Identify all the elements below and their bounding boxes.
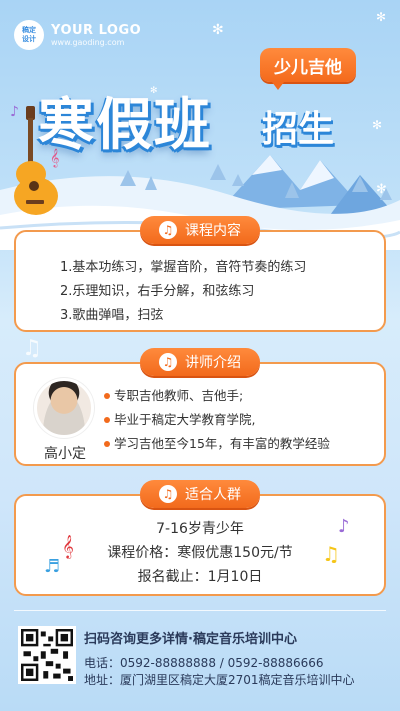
list-item: 2.乐理知识，右手分解，和弦练习 xyxy=(60,284,255,299)
list-item: 毕业于稿定大学教育学院, xyxy=(104,408,330,432)
teacher-bio-list: 专职吉他教师、吉他手; 毕业于稿定大学教育学院, 学习吉他至今15年，有丰富的教… xyxy=(104,384,330,456)
course-list: 1.基本功练习，掌握音阶，音符节奏的练习 2.乐理知识，右手分解，和弦练习 3.… xyxy=(60,256,306,328)
teacher-heading: ♫ 讲师介绍 xyxy=(140,348,260,376)
music-note-icon: ♪ xyxy=(10,104,19,120)
qr-code[interactable] xyxy=(18,626,76,684)
teacher-heading-text: 讲师介绍 xyxy=(185,355,241,371)
music-note-icon: ♫ xyxy=(159,485,177,503)
logo-url: www.gaoding.com xyxy=(51,38,125,47)
music-note-icon: ♫ xyxy=(159,353,177,371)
list-item: 专职吉他教师、吉他手; xyxy=(104,384,330,408)
music-note-icon: ♫ xyxy=(322,542,340,566)
music-note-icon: ♪ xyxy=(338,516,350,537)
logo-name: YOUR LOGO xyxy=(51,23,142,38)
avatar xyxy=(34,378,94,438)
list-item: 学习吉他至今15年，有丰富的教学经验 xyxy=(104,432,330,456)
footer-address: 地址：厦门湖里区稿定大厦2701稿定音乐培训中心 xyxy=(84,673,355,687)
logo-badge-text: 稿定 设计 xyxy=(22,26,36,43)
music-note-icon: ♫ xyxy=(22,336,42,361)
footer-phone: 电话：0592-88888888 / 0592-88886666 xyxy=(84,656,324,670)
footer-divider xyxy=(14,610,386,611)
course-heading: ♫ 课程内容 xyxy=(140,216,260,244)
list-item: 3.歌曲弹唱，扫弦 xyxy=(60,308,164,323)
snowflake-icon: ✻ xyxy=(376,10,387,24)
snowflake-icon: ✻ xyxy=(212,22,224,38)
audience-heading: ♫ 适合人群 xyxy=(140,480,260,508)
page-title: 寒假班 xyxy=(38,93,212,158)
logo: 稿定 设计 YOUR LOGO www.gaoding.com xyxy=(14,20,141,50)
logo-badge: 稿定 设计 xyxy=(14,20,44,50)
list-item: 1.基本功练习，掌握音阶，音符节奏的练习 xyxy=(60,260,307,275)
music-note-icon: ♬ xyxy=(44,556,61,577)
category-tag: 少儿吉他 xyxy=(260,48,356,90)
teacher-name: 高小定 xyxy=(44,446,86,462)
page-subtitle: 招生 xyxy=(262,109,335,150)
footer-headline: 扫码咨询更多详情·稿定音乐培训中心 xyxy=(84,632,297,647)
music-note-icon: ♫ xyxy=(159,221,177,239)
course-heading-text: 课程内容 xyxy=(185,223,241,239)
audience-heading-text: 适合人群 xyxy=(185,487,241,503)
music-clef-icon: 𝄞 xyxy=(62,534,74,558)
